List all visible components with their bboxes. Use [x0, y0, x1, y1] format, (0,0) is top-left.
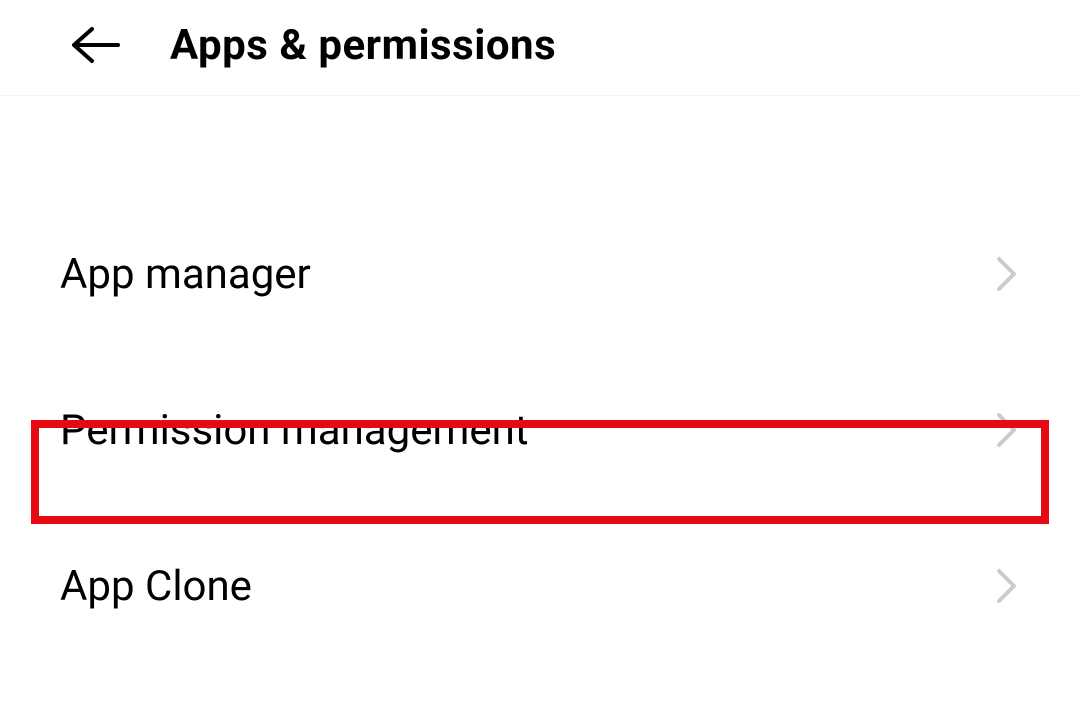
- list-item-permission-management[interactable]: Permission management: [0, 352, 1080, 508]
- back-arrow-icon[interactable]: [70, 20, 120, 70]
- list-item-app-manager[interactable]: App manager: [0, 196, 1080, 352]
- list-item-label: App Clone: [60, 562, 252, 611]
- settings-list: App manager Permission management App Cl…: [0, 96, 1080, 664]
- page-title: Apps & permissions: [170, 21, 556, 70]
- chevron-right-icon: [994, 573, 1020, 599]
- header: Apps & permissions: [0, 0, 1080, 96]
- list-item-label: App manager: [60, 250, 311, 299]
- chevron-right-icon: [994, 417, 1020, 443]
- list-item-label: Permission management: [60, 406, 529, 455]
- chevron-right-icon: [994, 261, 1020, 287]
- list-item-app-clone[interactable]: App Clone: [0, 508, 1080, 664]
